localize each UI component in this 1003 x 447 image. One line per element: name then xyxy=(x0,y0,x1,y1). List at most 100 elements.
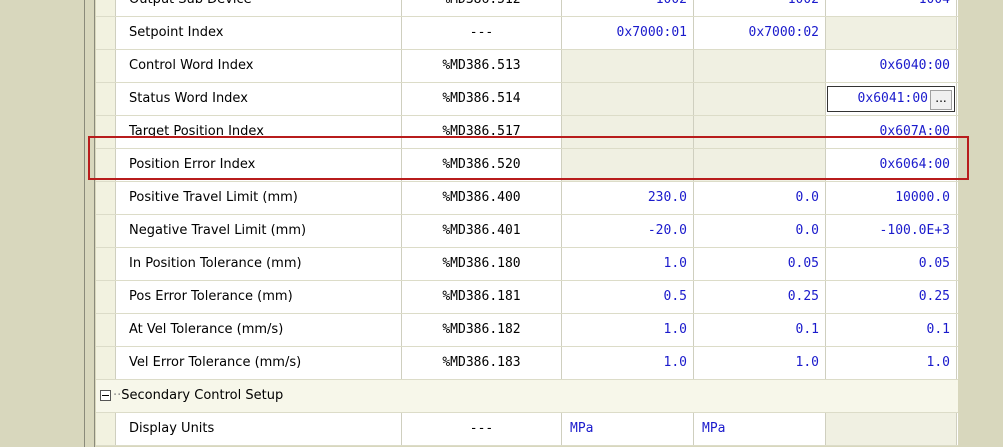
parameter-address: %MD386.401 xyxy=(402,215,562,247)
parameter-name: Negative Travel Limit (mm) xyxy=(116,215,402,247)
axis-2-value[interactable]: 1.0 xyxy=(694,347,826,379)
row-gutter xyxy=(96,182,116,214)
row-gutter xyxy=(96,116,116,148)
axis-2-value xyxy=(694,116,826,148)
axis-2-value[interactable]: 0.0 xyxy=(694,182,826,214)
axis-3-value[interactable]: 0x6040:00 xyxy=(826,50,957,82)
axis-1-value[interactable]: 0x7000:01 xyxy=(562,17,694,49)
parameter-name: In Position Tolerance (mm) xyxy=(116,248,402,280)
row-gutter xyxy=(96,281,116,313)
parameter-name: Target Position Index xyxy=(116,116,402,148)
axis-3-value[interactable]: 0.25 xyxy=(826,281,957,313)
axis-1-value[interactable]: 230.0 xyxy=(562,182,694,214)
axis-2-value[interactable]: 0.0 xyxy=(694,215,826,247)
table-row[interactable]: Status Word Index %MD386.514 0x6041:00 .… xyxy=(96,83,958,116)
axis-3-value xyxy=(826,413,957,445)
row-gutter xyxy=(96,347,116,379)
axis-3-value[interactable]: 1.0 xyxy=(826,347,957,379)
table-row[interactable]: Negative Travel Limit (mm) %MD386.401 -2… xyxy=(96,215,958,248)
row-gutter xyxy=(96,149,116,181)
parameter-address: %MD386.520 xyxy=(402,149,562,181)
parameter-address: %MD386.517 xyxy=(402,116,562,148)
axis-3-value[interactable]: -100.0E+3 xyxy=(826,215,957,247)
axis-1-value[interactable]: 1.0 xyxy=(562,314,694,346)
browse-button[interactable]: ... xyxy=(930,90,952,110)
axis-2-value[interactable]: 0.05 xyxy=(694,248,826,280)
axis-2-value[interactable]: 1002 xyxy=(694,0,826,16)
row-gutter xyxy=(96,50,116,82)
section-header[interactable]: ··Secondary Control Setup xyxy=(96,380,958,413)
parameter-name: Control Word Index xyxy=(116,50,402,82)
row-gutter xyxy=(96,215,116,247)
parameter-name: Positive Travel Limit (mm) xyxy=(116,182,402,214)
table-row[interactable]: At Vel Tolerance (mm/s) %MD386.182 1.0 0… xyxy=(96,314,958,347)
axis-2-value xyxy=(694,149,826,181)
left-frame-border xyxy=(84,0,85,447)
left-frame-border-inner xyxy=(94,0,95,447)
table-row[interactable]: Positive Travel Limit (mm) %MD386.400 23… xyxy=(96,182,958,215)
table-row[interactable]: Output Sub Device %MD386.512 1002 1002 1… xyxy=(96,0,958,17)
axis-3-value[interactable]: 0x607A:00 xyxy=(826,116,957,148)
axis-3-value[interactable]: 10000.0 xyxy=(826,182,957,214)
parameter-name: Position Error Index xyxy=(116,149,402,181)
parameter-address: %MD386.513 xyxy=(402,50,562,82)
parameter-address: %MD386.182 xyxy=(402,314,562,346)
table-row[interactable]: Setpoint Index --- 0x7000:01 0x7000:02 xyxy=(96,17,958,50)
table-row[interactable]: In Position Tolerance (mm) %MD386.180 1.… xyxy=(96,248,958,281)
parameter-name: At Vel Tolerance (mm/s) xyxy=(116,314,402,346)
parameter-address: %MD386.183 xyxy=(402,347,562,379)
parameter-address: %MD386.181 xyxy=(402,281,562,313)
axis-2-value[interactable]: 0.25 xyxy=(694,281,826,313)
table-row[interactable]: Position Error Index %MD386.520 0x6064:0… xyxy=(96,149,958,182)
axis-3-value[interactable]: 0.05 xyxy=(826,248,957,280)
axis-2-value[interactable]: MPa xyxy=(694,413,826,445)
row-gutter xyxy=(96,314,116,346)
parameter-address: --- xyxy=(402,17,562,49)
axis-3-value[interactable]: 0x6064:00 xyxy=(826,149,957,181)
axis-2-value xyxy=(694,50,826,82)
table-row[interactable]: Vel Error Tolerance (mm/s) %MD386.183 1.… xyxy=(96,347,958,380)
parameter-address: %MD386.512 xyxy=(402,0,562,16)
row-gutter xyxy=(96,0,116,16)
parameter-name: Display Units xyxy=(116,413,402,445)
row-gutter xyxy=(96,413,116,445)
parameter-address: %MD386.400 xyxy=(402,182,562,214)
axis-3-value xyxy=(826,17,957,49)
parameter-address: %MD386.514 xyxy=(402,83,562,115)
axis-3-value[interactable]: 0.1 xyxy=(826,314,957,346)
axis-1-value xyxy=(562,83,694,115)
axis-1-value xyxy=(562,116,694,148)
parameter-name: Output Sub Device xyxy=(116,0,402,16)
row-gutter xyxy=(96,83,116,115)
parameter-address: %MD386.180 xyxy=(402,248,562,280)
axis-1-value[interactable]: MPa xyxy=(562,413,694,445)
section-title: Secondary Control Setup xyxy=(121,388,284,403)
row-gutter xyxy=(96,17,116,49)
table-row[interactable]: Display Units --- MPa MPa xyxy=(96,413,958,446)
parameter-name: Vel Error Tolerance (mm/s) xyxy=(116,347,402,379)
axis-2-value[interactable]: 0.1 xyxy=(694,314,826,346)
axis-3-value-cell: 0x6041:00 ... xyxy=(826,83,957,115)
table-row[interactable]: Pos Error Tolerance (mm) %MD386.181 0.5 … xyxy=(96,281,958,314)
row-gutter xyxy=(96,248,116,280)
axis-1-value xyxy=(562,50,694,82)
index-edit-value: 0x6041:00 xyxy=(857,91,928,106)
parameter-name: Status Word Index xyxy=(116,83,402,115)
axis-1-value[interactable]: 1.0 xyxy=(562,347,694,379)
axis-3-value[interactable]: 1004 xyxy=(826,0,957,16)
index-edit-field[interactable]: 0x6041:00 ... xyxy=(827,86,955,112)
axis-1-value[interactable]: 1.0 xyxy=(562,248,694,280)
parameter-address: --- xyxy=(402,413,562,445)
parameter-grid: Output Sub Device %MD386.512 1002 1002 1… xyxy=(96,0,958,446)
table-row[interactable]: Target Position Index %MD386.517 0x607A:… xyxy=(96,116,958,149)
axis-2-value[interactable]: 0x7000:02 xyxy=(694,17,826,49)
parameter-name: Setpoint Index xyxy=(116,17,402,49)
axis-1-value[interactable]: 0.5 xyxy=(562,281,694,313)
table-row[interactable]: Control Word Index %MD386.513 0x6040:00 xyxy=(96,50,958,83)
parameter-name: Pos Error Tolerance (mm) xyxy=(116,281,402,313)
collapse-icon[interactable] xyxy=(100,390,111,401)
section-title-group[interactable]: ··Secondary Control Setup xyxy=(100,380,283,412)
axis-1-value xyxy=(562,149,694,181)
axis-1-value[interactable]: -20.0 xyxy=(562,215,694,247)
axis-1-value[interactable]: 1002 xyxy=(562,0,694,16)
